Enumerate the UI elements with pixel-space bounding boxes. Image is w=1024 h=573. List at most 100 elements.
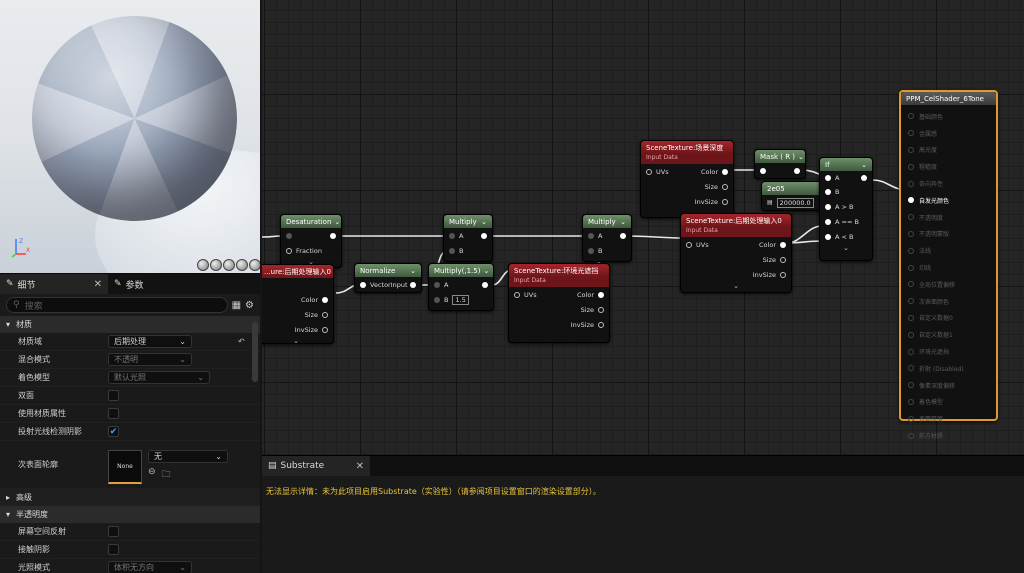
pin-dot[interactable]	[620, 232, 626, 239]
result-pin[interactable]: 自定义数据0	[901, 310, 996, 327]
pin-dot[interactable]	[410, 281, 416, 288]
pin-dot[interactable]	[825, 218, 831, 225]
pin-dot[interactable]	[780, 271, 786, 278]
section-advanced[interactable]: ▸ 高级	[0, 489, 260, 506]
preview-cylinder-icon[interactable]	[197, 259, 209, 271]
tab-parameters[interactable]: ✎ 参数	[108, 274, 150, 294]
pin-dot[interactable]	[908, 432, 914, 439]
result-pin[interactable]: 切线	[901, 259, 996, 276]
node-expand-chevron-icon[interactable]: ⌄	[681, 282, 791, 292]
search-input[interactable]: ⚲ 搜索	[6, 297, 228, 313]
pin-dot[interactable]	[908, 298, 914, 305]
result-pin[interactable]: 基础颜色	[901, 108, 996, 125]
node-desaturation[interactable]: Desaturation ⌄ Fraction ⌄	[280, 214, 342, 268]
blend-mode-dropdown[interactable]: 不透明 ⌄	[108, 353, 192, 366]
pin-dot[interactable]	[449, 232, 455, 239]
pin-dot[interactable]	[908, 264, 914, 271]
table-view-icon[interactable]: ▦	[232, 300, 241, 311]
result-pin[interactable]: 折射 (Disabled)	[901, 360, 996, 377]
pin-dot[interactable]	[588, 232, 594, 239]
pin-dot[interactable]	[780, 256, 786, 263]
close-icon[interactable]: ✕	[356, 461, 364, 472]
material-preview-viewport[interactable]: Z X	[0, 0, 260, 273]
node-expand-chevron-icon[interactable]: ⌄	[820, 244, 872, 254]
raytraced-shadows-checkbox[interactable]: ✔	[108, 426, 119, 437]
pin-dot[interactable]	[588, 247, 594, 254]
material-domain-dropdown[interactable]: 后期处理 ⌄	[108, 335, 192, 348]
pin-dot[interactable]	[908, 331, 914, 338]
lighting-mode-dropdown[interactable]: 体积无方向 ⌄	[108, 561, 192, 573]
result-pin[interactable]: 高光度	[901, 142, 996, 159]
node-multiply-2[interactable]: Multiply ⌄ A B	[582, 214, 632, 262]
pin-dot[interactable]	[322, 311, 328, 318]
result-pin[interactable]: 粗糙度	[901, 158, 996, 175]
section-material[interactable]: ▾ 材质	[0, 316, 260, 333]
multiply-b-value[interactable]: 1.5	[452, 294, 469, 305]
shading-model-dropdown[interactable]: 默认光照 ⌄	[108, 371, 210, 384]
pin-dot[interactable]	[434, 281, 440, 288]
result-pin[interactable]: 自定义数据1	[901, 326, 996, 343]
close-icon[interactable]: ✕	[94, 279, 102, 290]
pin-dot[interactable]	[760, 167, 766, 174]
pin-dot[interactable]	[861, 175, 867, 181]
material-graph[interactable]: Desaturation ⌄ Fraction ⌄ ...ure:后期处理输入0 …	[262, 0, 1024, 455]
pin-dot[interactable]	[286, 232, 292, 239]
pin-dot[interactable]	[908, 113, 914, 120]
pin-dot[interactable]	[908, 415, 914, 422]
node-scenetexture-pp0-left[interactable]: ...ure:后期处理输入0 Color Size InvSize ⌄	[262, 264, 334, 345]
pin-dot[interactable]	[646, 168, 652, 175]
contact-shadows-checkbox[interactable]	[108, 544, 119, 555]
result-pin[interactable]: 表面厚度	[901, 410, 996, 427]
result-pin[interactable]: 着色模型	[901, 394, 996, 411]
use-selected-arrow-icon[interactable]: ⊖	[148, 467, 156, 483]
material-attributes-checkbox[interactable]	[108, 408, 119, 419]
pin-dot[interactable]	[481, 232, 487, 239]
result-pin[interactable]: 前方材质	[901, 427, 996, 444]
preview-mesh-icon[interactable]	[249, 259, 260, 271]
pin-dot[interactable]	[722, 168, 728, 175]
pin-dot[interactable]	[449, 247, 455, 254]
pin-dot[interactable]	[598, 291, 604, 298]
node-normalize[interactable]: Normalize ⌄ VectorInput	[354, 263, 422, 293]
pin-dot[interactable]	[794, 167, 800, 174]
pin-dot[interactable]	[780, 241, 786, 248]
node-if[interactable]: If ⌄ A B A > B A == B A < B ⌄	[819, 157, 873, 261]
pin-dot[interactable]	[908, 163, 914, 170]
pin-dot[interactable]	[908, 348, 914, 355]
pin-dot[interactable]	[434, 296, 440, 303]
pin-dot[interactable]	[598, 306, 604, 313]
preview-cube-icon[interactable]	[236, 259, 248, 271]
result-pin-emissive[interactable]: 自发光颜色	[901, 192, 996, 209]
pin-dot[interactable]	[825, 233, 831, 240]
result-pin[interactable]: 像素深度偏移	[901, 377, 996, 394]
two-sided-checkbox[interactable]	[108, 390, 119, 401]
pin-dot[interactable]	[722, 183, 728, 190]
pin-dot[interactable]	[286, 247, 292, 254]
pin-dot[interactable]	[514, 291, 520, 298]
section-translucency[interactable]: ▾ 半透明度	[0, 506, 260, 523]
pin-dot[interactable]	[322, 296, 328, 303]
result-pin[interactable]: 不透明蒙版	[901, 226, 996, 243]
pin-dot[interactable]	[482, 281, 488, 288]
pin-dot[interactable]	[825, 175, 831, 181]
pin-dot[interactable]	[330, 232, 336, 239]
pin-dot[interactable]	[908, 247, 914, 254]
result-pin[interactable]: 次表面颜色	[901, 293, 996, 310]
preview-plane-icon[interactable]	[223, 259, 235, 271]
pin-dot[interactable]	[908, 197, 914, 204]
pin-dot[interactable]	[908, 398, 914, 405]
ssr-checkbox[interactable]	[108, 526, 119, 537]
pin-dot[interactable]	[908, 382, 914, 389]
pin-dot[interactable]	[722, 198, 728, 205]
gear-icon[interactable]: ⚙	[245, 300, 254, 311]
pin-dot[interactable]	[908, 146, 914, 153]
node-scenetexture-depth[interactable]: SceneTexture:场景深度 Input Data UVs Color Si…	[640, 140, 734, 218]
node-multiply-1[interactable]: Multiply ⌄ A B	[443, 214, 493, 262]
pin-dot[interactable]	[908, 214, 914, 221]
node-mask-r[interactable]: Mask ( R ) ⌄	[754, 149, 806, 179]
preview-sphere-icon[interactable]	[210, 259, 222, 271]
details-scrollbar[interactable]	[252, 322, 258, 382]
pin-dot[interactable]	[598, 321, 604, 328]
tab-substrate[interactable]: ▤ Substrate ✕	[262, 456, 370, 476]
pin-dot[interactable]	[825, 203, 831, 210]
